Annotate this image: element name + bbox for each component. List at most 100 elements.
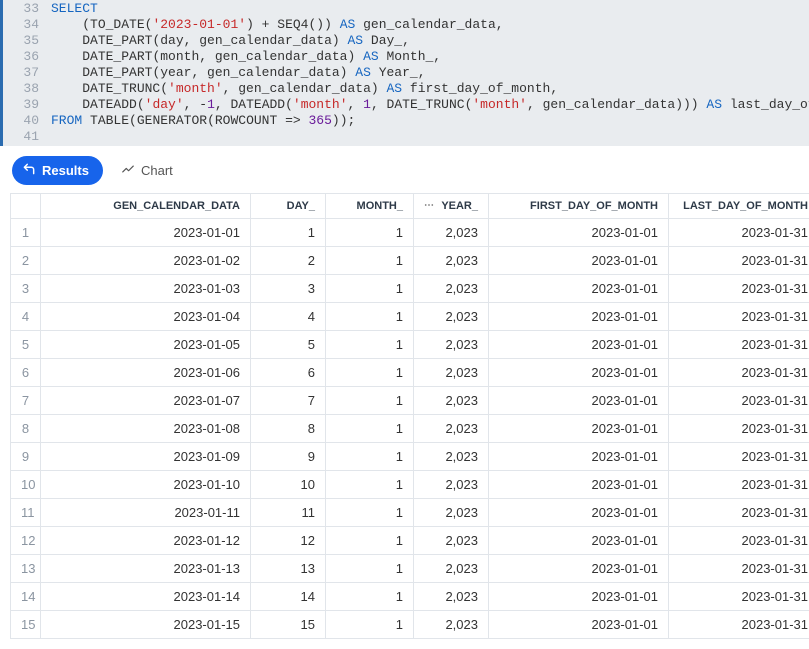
cell-year[interactable]: 2,023 <box>414 499 489 527</box>
cell-year[interactable]: 2,023 <box>414 219 489 247</box>
cell-fdom[interactable]: 2023-01-01 <box>489 527 669 555</box>
table-row[interactable]: 102023-01-101012,0232023-01-012023-01-31 <box>11 471 809 499</box>
cell-year[interactable]: 2,023 <box>414 359 489 387</box>
results-button[interactable]: Results <box>12 156 103 185</box>
cell-gen[interactable]: 2023-01-15 <box>41 611 251 639</box>
rownum-cell[interactable]: 11 <box>11 499 41 527</box>
cell-day[interactable]: 4 <box>251 303 326 331</box>
cell-month[interactable]: 1 <box>326 219 414 247</box>
cell-year[interactable]: 2,023 <box>414 415 489 443</box>
rownum-cell[interactable]: 15 <box>11 611 41 639</box>
cell-fdom[interactable]: 2023-01-01 <box>489 247 669 275</box>
cell-day[interactable]: 7 <box>251 387 326 415</box>
cell-month[interactable]: 1 <box>326 583 414 611</box>
cell-gen[interactable]: 2023-01-09 <box>41 443 251 471</box>
cell-ldom[interactable]: 2023-01-31 <box>669 247 809 275</box>
cell-ldom[interactable]: 2023-01-31 <box>669 527 809 555</box>
cell-month[interactable]: 1 <box>326 499 414 527</box>
editor-line[interactable]: 36 DATE_PART(month, gen_calendar_data) A… <box>3 49 809 65</box>
cell-year[interactable]: 2,023 <box>414 471 489 499</box>
cell-ldom[interactable]: 2023-01-31 <box>669 387 809 415</box>
cell-month[interactable]: 1 <box>326 359 414 387</box>
table-row[interactable]: 92023-01-09912,0232023-01-012023-01-31 <box>11 443 809 471</box>
cell-gen[interactable]: 2023-01-12 <box>41 527 251 555</box>
cell-fdom[interactable]: 2023-01-01 <box>489 359 669 387</box>
line-code[interactable]: DATE_PART(day, gen_calendar_data) AS Day… <box>51 33 809 49</box>
cell-fdom[interactable]: 2023-01-01 <box>489 471 669 499</box>
cell-ldom[interactable]: 2023-01-31 <box>669 303 809 331</box>
cell-year[interactable]: 2,023 <box>414 303 489 331</box>
line-code[interactable]: DATE_PART(year, gen_calendar_data) AS Ye… <box>51 65 809 81</box>
cell-day[interactable]: 14 <box>251 583 326 611</box>
rownum-cell[interactable]: 4 <box>11 303 41 331</box>
cell-month[interactable]: 1 <box>326 303 414 331</box>
cell-month[interactable]: 1 <box>326 471 414 499</box>
rownum-cell[interactable]: 6 <box>11 359 41 387</box>
cell-gen[interactable]: 2023-01-05 <box>41 331 251 359</box>
line-code[interactable]: DATEADD('day', -1, DATEADD('month', 1, D… <box>51 97 809 113</box>
rownum-cell[interactable]: 13 <box>11 555 41 583</box>
cell-fdom[interactable]: 2023-01-01 <box>489 331 669 359</box>
editor-line[interactable]: 34 (TO_DATE('2023-01-01') + SEQ4()) AS g… <box>3 17 809 33</box>
cell-day[interactable]: 2 <box>251 247 326 275</box>
cell-fdom[interactable]: 2023-01-01 <box>489 443 669 471</box>
line-code[interactable]: (TO_DATE('2023-01-01') + SEQ4()) AS gen_… <box>51 17 809 33</box>
editor-line[interactable]: 35 DATE_PART(day, gen_calendar_data) AS … <box>3 33 809 49</box>
cell-gen[interactable]: 2023-01-08 <box>41 415 251 443</box>
col-header-fdom[interactable]: FIRST_DAY_OF_MONTH <box>489 194 669 219</box>
cell-ldom[interactable]: 2023-01-31 <box>669 555 809 583</box>
cell-month[interactable]: 1 <box>326 275 414 303</box>
cell-year[interactable]: 2,023 <box>414 387 489 415</box>
cell-year[interactable]: 2,023 <box>414 583 489 611</box>
cell-gen[interactable]: 2023-01-01 <box>41 219 251 247</box>
cell-day[interactable]: 10 <box>251 471 326 499</box>
rownum-header[interactable] <box>11 194 41 219</box>
cell-year[interactable]: 2,023 <box>414 443 489 471</box>
editor-line[interactable]: 41 <box>3 129 809 145</box>
cell-day[interactable]: 3 <box>251 275 326 303</box>
cell-fdom[interactable]: 2023-01-01 <box>489 219 669 247</box>
cell-ldom[interactable]: 2023-01-31 <box>669 331 809 359</box>
cell-day[interactable]: 5 <box>251 331 326 359</box>
cell-gen[interactable]: 2023-01-04 <box>41 303 251 331</box>
cell-ldom[interactable]: 2023-01-31 <box>669 275 809 303</box>
table-row[interactable]: 112023-01-111112,0232023-01-012023-01-31 <box>11 499 809 527</box>
cell-fdom[interactable]: 2023-01-01 <box>489 611 669 639</box>
cell-fdom[interactable]: 2023-01-01 <box>489 499 669 527</box>
rownum-cell[interactable]: 9 <box>11 443 41 471</box>
cell-fdom[interactable]: 2023-01-01 <box>489 415 669 443</box>
cell-gen[interactable]: 2023-01-11 <box>41 499 251 527</box>
rownum-cell[interactable]: 5 <box>11 331 41 359</box>
table-row[interactable]: 12023-01-01112,0232023-01-012023-01-31 <box>11 219 809 247</box>
cell-fdom[interactable]: 2023-01-01 <box>489 275 669 303</box>
table-row[interactable]: 82023-01-08812,0232023-01-012023-01-31 <box>11 415 809 443</box>
table-row[interactable]: 72023-01-07712,0232023-01-012023-01-31 <box>11 387 809 415</box>
cell-ldom[interactable]: 2023-01-31 <box>669 471 809 499</box>
table-row[interactable]: 22023-01-02212,0232023-01-012023-01-31 <box>11 247 809 275</box>
cell-month[interactable]: 1 <box>326 443 414 471</box>
chart-button[interactable]: Chart <box>115 158 179 183</box>
line-code[interactable] <box>51 129 809 145</box>
line-code[interactable]: DATE_PART(month, gen_calendar_data) AS M… <box>51 49 809 65</box>
cell-day[interactable]: 6 <box>251 359 326 387</box>
cell-month[interactable]: 1 <box>326 527 414 555</box>
cell-ldom[interactable]: 2023-01-31 <box>669 611 809 639</box>
table-row[interactable]: 142023-01-141412,0232023-01-012023-01-31 <box>11 583 809 611</box>
cell-gen[interactable]: 2023-01-02 <box>41 247 251 275</box>
cell-ldom[interactable]: 2023-01-31 <box>669 219 809 247</box>
cell-month[interactable]: 1 <box>326 331 414 359</box>
editor-line[interactable]: 40FROM TABLE(GENERATOR(ROWCOUNT => 365))… <box>3 113 809 129</box>
cell-gen[interactable]: 2023-01-06 <box>41 359 251 387</box>
col-header-gen[interactable]: GEN_CALENDAR_DATA <box>41 194 251 219</box>
table-row[interactable]: 132023-01-131312,0232023-01-012023-01-31 <box>11 555 809 583</box>
editor-line[interactable]: 33SELECT <box>3 1 809 17</box>
cell-ldom[interactable]: 2023-01-31 <box>669 359 809 387</box>
col-header-ldom[interactable]: LAST_DAY_OF_MONTH <box>669 194 809 219</box>
rownum-cell[interactable]: 2 <box>11 247 41 275</box>
more-columns-icon[interactable]: ⋯ <box>424 200 437 211</box>
table-row[interactable]: 52023-01-05512,0232023-01-012023-01-31 <box>11 331 809 359</box>
editor-line[interactable]: 38 DATE_TRUNC('month', gen_calendar_data… <box>3 81 809 97</box>
cell-year[interactable]: 2,023 <box>414 527 489 555</box>
rownum-cell[interactable]: 3 <box>11 275 41 303</box>
rownum-cell[interactable]: 12 <box>11 527 41 555</box>
